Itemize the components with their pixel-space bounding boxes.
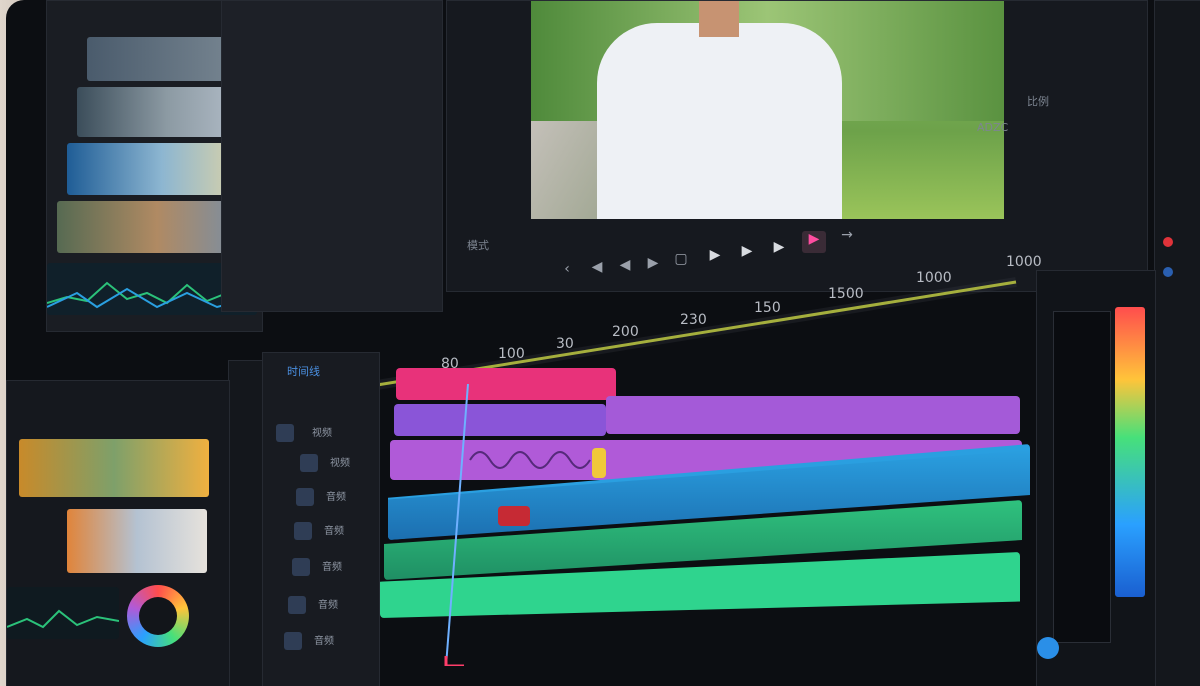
track-toggle-icon[interactable]: [296, 488, 314, 506]
sidebar-dot-blue[interactable]: [1163, 267, 1173, 277]
track-header[interactable]: 音频: [264, 588, 374, 622]
timeline-clip-pink[interactable]: [396, 368, 616, 400]
person-neck: [699, 1, 739, 37]
sidebar-dot-red[interactable]: [1163, 237, 1173, 247]
media-thumb[interactable]: [67, 509, 207, 573]
viewer-readout: 比例: [1027, 95, 1049, 108]
track-header[interactable]: 视频: [264, 446, 374, 480]
track-header[interactable]: 视频: [264, 416, 374, 450]
ruler-tick: 230: [680, 312, 707, 328]
vu-meter-level: [1115, 307, 1145, 597]
right-sidebar: [1154, 0, 1200, 686]
waveform-thumb: [7, 587, 119, 639]
audio-meter-panel: [1036, 270, 1156, 686]
track-header[interactable]: 音频: [264, 514, 374, 548]
track-label: 音频: [324, 526, 344, 537]
track-toggle-icon[interactable]: [294, 522, 312, 540]
playhead[interactable]: [444, 383, 470, 668]
monitor-screen: ADZC 比例 模式 ‹ ◀ ◀ ▶ ▢ ▶ ▶ ▶ ▶ → 200 80 10…: [6, 0, 1200, 686]
person-shirt: [597, 23, 842, 219]
media-thumb[interactable]: [19, 439, 209, 497]
ruler-tick: 1000: [916, 270, 952, 286]
track-header[interactable]: 音频: [264, 550, 374, 584]
track-label: 视频: [312, 428, 332, 439]
viewer-timecode: ADZC: [977, 121, 1009, 134]
track-header[interactable]: 音频: [264, 480, 374, 514]
timeline-tool-strip: [228, 360, 264, 686]
timeline-clip-marker-red[interactable]: [498, 506, 530, 526]
ruler-tick: 150: [754, 300, 781, 316]
bottom-left-panel: [6, 380, 230, 686]
timeline-header-label: 时间线: [287, 365, 320, 378]
color-wheel-icon[interactable]: [127, 585, 189, 647]
timeline-ruler: 200 80 100 30 200 230 150 1500 1000 1000: [276, 250, 1042, 390]
track-toggle-icon[interactable]: [276, 424, 294, 442]
ruler-tick: 1000: [1006, 254, 1042, 270]
ruler-tick: 1500: [828, 286, 864, 302]
timeline-clip-purple[interactable]: [394, 404, 606, 436]
vu-meter-knob[interactable]: [1037, 637, 1059, 659]
track-header[interactable]: 音频: [264, 624, 374, 658]
track-toggle-icon[interactable]: [292, 558, 310, 576]
timeline-clip-marker-yellow[interactable]: [592, 448, 606, 478]
timeline-clip-purple-long[interactable]: [606, 396, 1020, 434]
track-label: 音频: [322, 562, 342, 573]
track-toggle-icon[interactable]: [300, 454, 318, 472]
vu-meter-track: [1053, 311, 1111, 643]
track-label: 音频: [326, 492, 346, 503]
loop-icon[interactable]: →: [837, 227, 857, 243]
program-monitor-panel: ADZC 比例 模式 ‹ ◀ ◀ ▶ ▢ ▶ ▶ ▶ ▶ →: [446, 0, 1148, 292]
ruler-tick: 200: [612, 324, 639, 340]
ruler-tick: 30: [556, 336, 574, 352]
ruler-tick: 100: [498, 346, 525, 362]
track-toggle-icon[interactable]: [284, 632, 302, 650]
color-wheel-center: [139, 597, 177, 635]
track-label: 音频: [314, 636, 334, 647]
track-toggle-icon[interactable]: [288, 596, 306, 614]
track-label: 视频: [330, 458, 350, 469]
track-label: 音频: [318, 600, 338, 611]
program-video-frame: [531, 1, 1004, 219]
